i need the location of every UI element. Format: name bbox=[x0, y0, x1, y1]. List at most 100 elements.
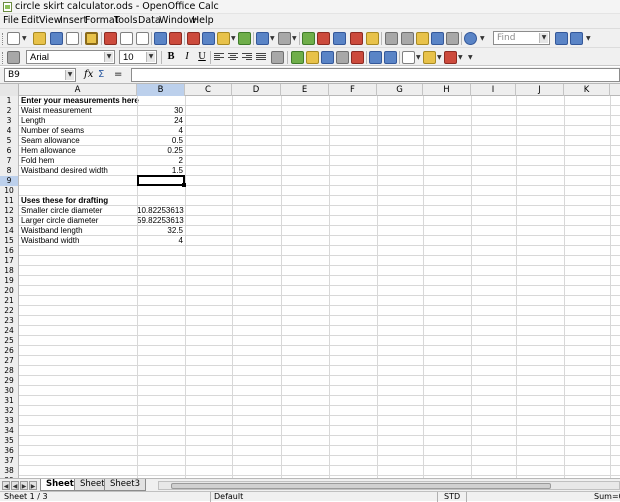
previous-sheet-icon[interactable]: ◀ bbox=[11, 481, 19, 490]
row-header[interactable]: 11 bbox=[0, 196, 19, 206]
row-header[interactable]: 14 bbox=[0, 226, 19, 236]
cell-a[interactable] bbox=[21, 286, 137, 296]
cell-b[interactable] bbox=[137, 356, 184, 366]
chevron-down-icon[interactable]: ▼ bbox=[65, 70, 74, 80]
cell-a[interactable]: Waistband desired width bbox=[21, 166, 137, 176]
row-header[interactable]: 33 bbox=[0, 416, 19, 426]
cell-a[interactable] bbox=[21, 336, 137, 346]
row-header[interactable]: 24 bbox=[0, 326, 19, 336]
cell-a[interactable] bbox=[21, 346, 137, 356]
gallery-icon[interactable] bbox=[416, 32, 429, 45]
row-header[interactable]: 3 bbox=[0, 116, 19, 126]
borders-dropdown-icon[interactable]: ▼ bbox=[416, 55, 421, 61]
name-box[interactable]: B9 ▼ bbox=[4, 68, 76, 82]
cell-a[interactable]: Waistband width bbox=[21, 236, 137, 246]
redo-icon[interactable] bbox=[278, 32, 291, 45]
row-header[interactable]: 20 bbox=[0, 286, 19, 296]
row-header[interactable]: 8 bbox=[0, 166, 19, 176]
cell-b[interactable] bbox=[137, 386, 184, 396]
row-header[interactable]: 26 bbox=[0, 346, 19, 356]
find-next-icon[interactable] bbox=[555, 32, 568, 45]
row-header[interactable]: 19 bbox=[0, 276, 19, 286]
row-header[interactable]: 4 bbox=[0, 126, 19, 136]
column-header-d[interactable]: D bbox=[232, 84, 281, 96]
fill-handle[interactable] bbox=[182, 183, 186, 187]
sheet-tab-3[interactable]: Sheet3 bbox=[104, 479, 146, 491]
row-header[interactable]: 37 bbox=[0, 456, 19, 466]
cell-a[interactable] bbox=[21, 316, 137, 326]
row-header[interactable]: 12 bbox=[0, 206, 19, 216]
scrollbar-thumb[interactable] bbox=[171, 483, 551, 489]
copy-icon[interactable] bbox=[202, 32, 215, 45]
row-header[interactable]: 18 bbox=[0, 266, 19, 276]
cell-a[interactable]: Seam allowance bbox=[21, 136, 137, 146]
row-header[interactable]: 21 bbox=[0, 296, 19, 306]
row-header[interactable]: 27 bbox=[0, 356, 19, 366]
cell-b[interactable] bbox=[137, 346, 184, 356]
sum-button[interactable]: Σ bbox=[98, 68, 104, 82]
cell-b[interactable] bbox=[137, 246, 184, 256]
cell-a[interactable] bbox=[21, 416, 137, 426]
cell-b[interactable] bbox=[137, 416, 184, 426]
delete-decimal-icon[interactable] bbox=[351, 51, 364, 64]
chevron-down-icon[interactable]: ▼ bbox=[104, 52, 113, 62]
open-icon[interactable] bbox=[33, 32, 46, 45]
row-header[interactable]: 32 bbox=[0, 406, 19, 416]
cell-a[interactable]: Enter your measurements here bbox=[21, 96, 139, 106]
horizontal-scrollbar[interactable] bbox=[158, 481, 620, 490]
cell-a[interactable] bbox=[21, 386, 137, 396]
cell-b[interactable]: 30 bbox=[137, 106, 184, 116]
cell-b[interactable] bbox=[137, 256, 184, 266]
row-header[interactable]: 36 bbox=[0, 446, 19, 456]
cell-b[interactable]: 24 bbox=[137, 116, 184, 126]
font-size-select[interactable]: 10 ▼ bbox=[119, 50, 157, 64]
column-header-c[interactable]: C bbox=[185, 84, 232, 96]
sort-descending-icon[interactable] bbox=[333, 32, 346, 45]
find-toolbar-options-icon[interactable]: ▼ bbox=[586, 36, 591, 42]
cell-b[interactable]: 4 bbox=[137, 126, 184, 136]
show-draw-functions-icon[interactable] bbox=[366, 32, 379, 45]
background-color-icon[interactable] bbox=[423, 51, 436, 64]
cell-a[interactable]: Uses these for drafting bbox=[21, 196, 137, 206]
redo-dropdown-icon[interactable]: ▼ bbox=[292, 36, 297, 42]
column-header-k[interactable]: K bbox=[564, 84, 610, 96]
selected-cell-b9[interactable] bbox=[137, 175, 186, 187]
cell-b[interactable]: 2 bbox=[137, 156, 184, 166]
cell-a[interactable] bbox=[21, 376, 137, 386]
cell-b[interactable] bbox=[137, 316, 184, 326]
add-decimal-icon[interactable] bbox=[336, 51, 349, 64]
cell-b[interactable] bbox=[137, 426, 184, 436]
increase-indent-icon[interactable] bbox=[384, 51, 397, 64]
cell-b[interactable]: 10.82253613 bbox=[137, 206, 184, 216]
menu-file[interactable]: File bbox=[3, 15, 19, 27]
row-header[interactable]: 30 bbox=[0, 386, 19, 396]
cell-a[interactable] bbox=[21, 256, 137, 266]
page-preview-icon[interactable] bbox=[136, 32, 149, 45]
row-header[interactable]: 17 bbox=[0, 256, 19, 266]
cell-b[interactable] bbox=[137, 266, 184, 276]
cell-b[interactable] bbox=[137, 466, 184, 476]
menu-edit[interactable]: Edit bbox=[21, 15, 39, 27]
align-center-icon[interactable] bbox=[228, 53, 238, 62]
standard-format-icon[interactable] bbox=[321, 51, 334, 64]
cell-a[interactable] bbox=[21, 406, 137, 416]
styles-formatting-icon[interactable] bbox=[7, 51, 20, 64]
row-header[interactable]: 5 bbox=[0, 136, 19, 146]
cell-b[interactable]: 0.25 bbox=[137, 146, 184, 156]
cell-a[interactable] bbox=[21, 426, 137, 436]
row-header[interactable]: 15 bbox=[0, 236, 19, 246]
data-sources-icon[interactable] bbox=[431, 32, 444, 45]
menu-window[interactable]: Window bbox=[159, 15, 196, 27]
insert-chart-icon[interactable] bbox=[350, 32, 363, 45]
cell-b[interactable] bbox=[137, 436, 184, 446]
cell-a[interactable]: Waistband length bbox=[21, 226, 137, 236]
column-header-j[interactable]: J bbox=[516, 84, 564, 96]
row-header[interactable]: 25 bbox=[0, 336, 19, 346]
last-sheet-icon[interactable]: ▶ bbox=[29, 481, 37, 490]
cell-a[interactable] bbox=[21, 176, 137, 186]
cell-a[interactable]: Fold hem bbox=[21, 156, 137, 166]
column-header-h[interactable]: H bbox=[423, 84, 471, 96]
function-button[interactable]: = bbox=[114, 68, 122, 82]
row-header[interactable]: 10 bbox=[0, 186, 19, 196]
row-header[interactable]: 38 bbox=[0, 466, 19, 476]
